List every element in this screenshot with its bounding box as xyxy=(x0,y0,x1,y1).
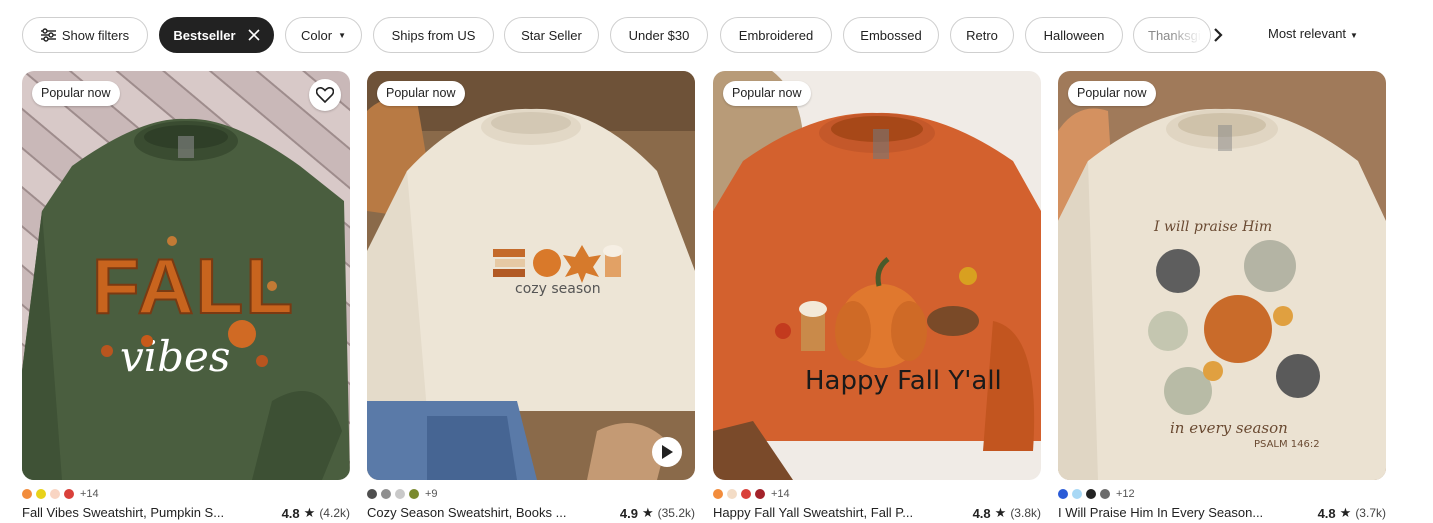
color-swatch xyxy=(741,489,751,499)
chip-label: Embroidered xyxy=(738,27,814,43)
product-title[interactable]: Cozy Season Sweatshirt, Books ... xyxy=(367,505,587,520)
show-filters-label: Show filters xyxy=(61,27,130,43)
review-count: (3.7k) xyxy=(1355,506,1386,520)
product-rating: 4.9 ★ (35.2k) xyxy=(620,505,695,521)
product-rating: 4.8 ★ (3.7k) xyxy=(1318,505,1386,521)
star-icon: ★ xyxy=(994,505,1007,520)
product-card[interactable]: Happy Fall Y'all Popular now +14 Happy F… xyxy=(713,71,1041,521)
popular-now-badge: Popular now xyxy=(32,81,120,106)
chip-retro[interactable]: Retro xyxy=(950,17,1014,53)
color-swatch xyxy=(727,489,737,499)
color-swatch xyxy=(50,489,60,499)
star-icon: ★ xyxy=(1339,505,1352,520)
chip-bestseller[interactable]: Bestseller xyxy=(159,17,274,53)
graphic-cozy-season-text: cozy season xyxy=(515,281,601,297)
product-card[interactable]: cozy season Popular now +9 Cozy Season S… xyxy=(367,71,695,521)
color-swatch xyxy=(367,489,377,499)
product-image[interactable]: FALL vibes Popular now xyxy=(22,71,350,480)
chip-embossed[interactable]: Embossed xyxy=(843,17,939,53)
favorite-heart-icon[interactable] xyxy=(309,79,341,111)
chip-label: Star Seller xyxy=(521,27,582,43)
rating-score: 4.9 xyxy=(619,505,638,521)
color-swatch xyxy=(22,489,32,499)
color-swatch xyxy=(1072,489,1082,499)
more-colors-count: +14 xyxy=(80,488,99,500)
color-swatch xyxy=(755,489,765,499)
review-count: (3.8k) xyxy=(1010,506,1041,520)
review-count: (35.2k) xyxy=(657,506,695,520)
chip-thanksgiving[interactable]: Thanksgi xyxy=(1133,17,1211,53)
caret-down-icon: ▼ xyxy=(1350,31,1358,40)
product-rating: 4.8 ★ (4.2k) xyxy=(282,505,350,521)
filter-sliders-icon xyxy=(40,28,56,42)
chip-label: Thanksgi xyxy=(1148,27,1201,43)
color-swatch xyxy=(1058,489,1068,499)
chip-label: Embossed xyxy=(860,27,922,43)
review-count: (4.2k) xyxy=(319,506,350,520)
chip-halloween[interactable]: Halloween xyxy=(1025,17,1123,53)
popular-now-badge: Popular now xyxy=(1068,81,1156,106)
color-swatches: +9 xyxy=(367,488,438,500)
color-swatch xyxy=(64,489,74,499)
product-card[interactable]: I will praise Him in every season PSALM … xyxy=(1058,71,1386,521)
product-image[interactable]: cozy season Popular now xyxy=(367,71,695,480)
chip-under-30[interactable]: Under $30 xyxy=(610,17,708,53)
graphic-season-text: in every season xyxy=(1170,419,1288,437)
chip-label: Halloween xyxy=(1043,27,1105,43)
color-swatch xyxy=(36,489,46,499)
chip-label: Under $30 xyxy=(628,27,690,43)
color-swatches: +12 xyxy=(1058,488,1135,500)
sort-dropdown[interactable]: Most relevant ▼ xyxy=(1268,26,1358,41)
close-icon[interactable] xyxy=(248,29,260,41)
chip-label: Bestseller xyxy=(173,27,236,43)
graphic-vibes-text: vibes xyxy=(120,332,230,381)
show-filters-button[interactable]: Show filters xyxy=(22,17,148,53)
color-swatches: +14 xyxy=(713,488,790,500)
chip-label: Color xyxy=(301,27,333,43)
chip-star-seller[interactable]: Star Seller xyxy=(504,17,599,53)
color-swatch xyxy=(1086,489,1096,499)
color-swatch xyxy=(381,489,391,499)
star-icon: ★ xyxy=(303,505,316,520)
chip-label: Retro xyxy=(966,27,998,43)
color-swatch xyxy=(713,489,723,499)
product-card[interactable]: FALL vibes Popular now +14 Fall Vibes Sw… xyxy=(22,71,350,521)
chevron-right-icon[interactable] xyxy=(1208,23,1228,47)
popular-now-badge: Popular now xyxy=(723,81,811,106)
sort-label: Most relevant xyxy=(1268,26,1347,41)
rating-score: 4.8 xyxy=(1317,505,1336,521)
color-swatch xyxy=(1100,489,1110,499)
rating-score: 4.8 xyxy=(972,505,991,521)
fall-vibes-graphic: FALL vibes xyxy=(91,236,295,381)
filter-bar: Show filters Bestseller Color ▼ Ships fr… xyxy=(0,0,1433,70)
color-swatch xyxy=(395,489,405,499)
chip-ships-from-us[interactable]: Ships from US xyxy=(373,17,494,53)
chip-color[interactable]: Color ▼ xyxy=(285,17,362,53)
color-swatches: +14 xyxy=(22,488,99,500)
graphic-fall-text: FALL xyxy=(92,242,295,330)
product-title[interactable]: I Will Praise Him In Every Season... xyxy=(1058,505,1278,520)
star-icon: ★ xyxy=(641,505,654,520)
graphic-psalm-text: PSALM 146:2 xyxy=(1254,439,1320,450)
more-colors-count: +12 xyxy=(1116,488,1135,500)
product-title[interactable]: Happy Fall Yall Sweatshirt, Fall P... xyxy=(713,505,933,520)
color-swatch xyxy=(409,489,419,499)
product-image[interactable]: Happy Fall Y'all Popular now xyxy=(713,71,1041,480)
caret-down-icon: ▼ xyxy=(338,30,346,40)
play-video-icon[interactable] xyxy=(652,437,682,467)
graphic-happy-fall-text: Happy Fall Y'all xyxy=(805,366,1002,396)
graphic-praise-text: I will praise Him xyxy=(1153,219,1272,235)
more-colors-count: +14 xyxy=(771,488,790,500)
chip-label: Ships from US xyxy=(391,27,476,43)
product-title[interactable]: Fall Vibes Sweatshirt, Pumpkin S... xyxy=(22,505,242,520)
product-rating: 4.8 ★ (3.8k) xyxy=(973,505,1041,521)
popular-now-badge: Popular now xyxy=(377,81,465,106)
more-colors-count: +9 xyxy=(425,488,438,500)
chip-embroidered[interactable]: Embroidered xyxy=(720,17,832,53)
product-image[interactable]: I will praise Him in every season PSALM … xyxy=(1058,71,1386,480)
rating-score: 4.8 xyxy=(281,505,300,521)
